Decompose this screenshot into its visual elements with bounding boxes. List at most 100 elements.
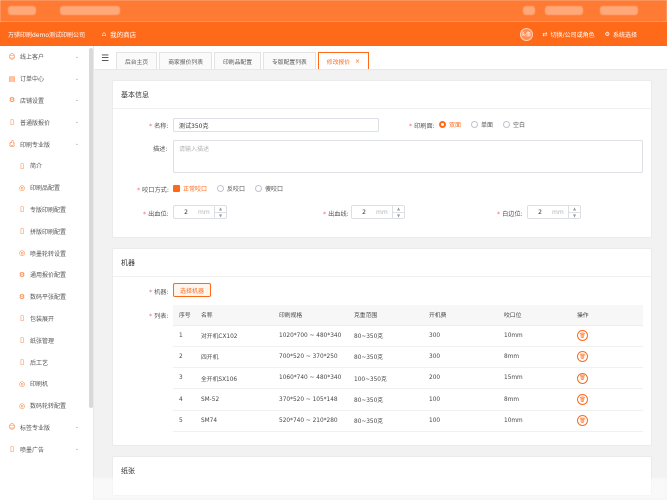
- table-cell: 80~350克: [348, 325, 423, 347]
- chevron-down-icon: ⌄: [74, 424, 79, 431]
- sidebar-item-label: 通用报价配置: [30, 272, 67, 280]
- table-cell: 5: [173, 410, 195, 432]
- print-side-label: * 印刷面:: [409, 123, 435, 130]
- table-cell-actions: 🗑: [571, 410, 643, 432]
- bleed-pos-stepper[interactable]: 2 mm ▲ ▼: [173, 205, 227, 219]
- sidebar-item[interactable]: ▯ 包装展开: [0, 308, 93, 330]
- my-shop-link[interactable]: ⌂ 我的商店: [102, 29, 136, 39]
- sidebar-item[interactable]: ☺ 线上客户 ⌄: [0, 46, 93, 68]
- print-side-radio[interactable]: 空白: [503, 120, 525, 129]
- stepper-arrows[interactable]: ▲ ▼: [214, 206, 226, 218]
- chevron-up-icon[interactable]: ▲: [215, 206, 226, 213]
- tab-label: 印刷品配置: [223, 59, 252, 66]
- sidebar-item[interactable]: ◎ 喷墨轮转设置: [0, 242, 93, 264]
- radio-label: 双面: [449, 122, 462, 129]
- sidebar-item-label: 订单中心: [20, 76, 45, 84]
- checkbox-label: 正常咬口: [183, 186, 208, 193]
- sidebar: ☺ 线上客户 ⌄ ▤ 订单中心 ⌄ ⚙ 店铺设置 ⌄ ▯ 普通版报价 ⌄ ⎙ 印刷专业版 ⌄ ▯ 简介 ◎ 印刷品配…: [0, 46, 94, 500]
- sidebar-item[interactable]: ▯ 简介: [0, 155, 93, 177]
- delete-icon[interactable]: 🗑: [577, 330, 588, 342]
- bite-checkbox[interactable]: 傻咬口: [255, 184, 283, 193]
- chevron-down-icon: ⌄: [74, 141, 79, 148]
- doc-icon: ▯: [20, 336, 24, 345]
- blur-block: [523, 6, 535, 15]
- sidebar-item[interactable]: ▤ 订单中心 ⌄: [0, 68, 93, 90]
- sidebar-item[interactable]: ⚙ 数码平张配置: [0, 286, 93, 308]
- delete-icon[interactable]: 🗑: [577, 415, 588, 427]
- bite-checkbox-group: 正常咬口 反咬口 傻咬口: [173, 184, 293, 194]
- checkbox-icon: [217, 185, 225, 192]
- tab[interactable]: 专版配置列表: [263, 52, 316, 69]
- checkbox-checked-icon: [173, 185, 180, 192]
- sidebar-item[interactable]: ⚙ 通用报价配置: [0, 264, 93, 286]
- sidebar-item-label: 印刷专业版: [20, 141, 51, 149]
- delete-icon[interactable]: 🗑: [577, 372, 588, 384]
- sidebar-item-label: 简介: [30, 163, 43, 171]
- table-cell: 100~350克: [348, 367, 423, 390]
- sidebar-item[interactable]: ▯ 普通版报价 ⌄: [0, 111, 93, 133]
- order-icon: ▤: [8, 74, 16, 83]
- table-row: 1 对开机CX102 1020*700 ~ 480*340 80~350克 300 10m…: [173, 325, 643, 347]
- print-side-radio[interactable]: 双面: [439, 120, 461, 129]
- checkbox-label: 反咬口: [227, 186, 246, 193]
- bite-label-text: 咬口方式:: [142, 187, 169, 194]
- sidebar-item[interactable]: ◎ 印刷机: [0, 373, 93, 395]
- chevron-down-icon[interactable]: ▼: [393, 213, 404, 219]
- chevron-up-icon[interactable]: ▲: [569, 206, 580, 213]
- sidebar-item[interactable]: ⚙ 店铺设置 ⌄: [0, 90, 93, 112]
- table-cell: 全开机SX106: [195, 367, 273, 390]
- list-label: * 列表:: [149, 313, 169, 320]
- delete-icon[interactable]: 🗑: [577, 394, 588, 406]
- name-input[interactable]: 测试350克: [173, 118, 379, 132]
- section-title: 基本信息: [113, 81, 651, 109]
- switch-role-button[interactable]: ⇄ 切换/公司或角色: [543, 30, 595, 39]
- tab[interactable]: 修改报价 ×: [317, 52, 370, 69]
- sidebar-item[interactable]: ▯ 后工艺: [0, 351, 93, 373]
- desc-label: 描述:: [153, 146, 168, 153]
- close-icon[interactable]: ×: [355, 58, 360, 65]
- radio-dot-icon: [471, 121, 479, 128]
- desc-placeholder: 请输入描述: [179, 146, 210, 153]
- stepper-arrows[interactable]: ▲ ▼: [392, 206, 404, 218]
- sidebar-item-label: 喷墨广告: [20, 446, 45, 454]
- sidebar-scrollbar[interactable]: [89, 48, 93, 408]
- bleed-pos-value: 2: [184, 208, 188, 216]
- sidebar-item[interactable]: ◎ 印刷品配置: [0, 177, 93, 199]
- menu-toggle-icon[interactable]: ☰: [98, 49, 112, 69]
- name-label-text: 名称:: [154, 123, 169, 130]
- table-cell: 10mm: [498, 325, 571, 347]
- tab[interactable]: 印刷品配置: [214, 52, 261, 69]
- chevron-down-icon[interactable]: ▼: [569, 213, 580, 219]
- white-edge-value: 2: [538, 208, 542, 216]
- table-cell-actions: 🗑: [571, 388, 643, 411]
- chevron-up-icon[interactable]: ▲: [393, 206, 404, 213]
- table-cell: 8mm: [498, 346, 571, 369]
- sidebar-item[interactable]: ▯ 拼版印刷配置: [0, 220, 93, 242]
- bleed-line-stepper[interactable]: 2 mm ▲ ▼: [351, 205, 405, 219]
- system-select-button[interactable]: ⚙ 系统选择: [605, 30, 637, 39]
- description-textarea[interactable]: 请输入描述: [173, 140, 643, 173]
- stepper-arrows[interactable]: ▲ ▼: [568, 206, 580, 218]
- machine-table-wrap: 序号 名称 印刷规格 克重范围 开机费 咬口位 操作 1 对开机CX102 1020*700 ~…: [173, 305, 643, 432]
- avatar[interactable]: 头像: [519, 27, 533, 41]
- tab[interactable]: 后台主页: [116, 52, 158, 69]
- table-cell: 15mm: [498, 367, 571, 390]
- bite-label: * 咬口方式:: [137, 187, 169, 194]
- bite-checkbox[interactable]: 反咬口: [217, 184, 245, 193]
- chevron-down-icon[interactable]: ▼: [215, 213, 226, 219]
- chevron-down-icon: ⌄: [74, 119, 79, 126]
- sidebar-item[interactable]: ☺ 标签专业版 ⌄: [0, 417, 93, 439]
- sidebar-item[interactable]: ◎ 数码轮转配置: [0, 395, 93, 417]
- delete-icon[interactable]: 🗑: [577, 351, 588, 363]
- bite-checkbox[interactable]: 正常咬口: [173, 184, 207, 193]
- sidebar-item[interactable]: ▯ 专版印刷配置: [0, 199, 93, 221]
- sidebar-item[interactable]: ▯ 喷墨广告 ⌄: [0, 438, 93, 460]
- sidebar-item[interactable]: ⎙ 印刷专业版 ⌄: [0, 133, 93, 155]
- white-edge-stepper[interactable]: 2 mm ▲ ▼: [527, 205, 581, 219]
- sidebar-item[interactable]: ▯ 纸张管理: [0, 329, 93, 351]
- print-side-radio[interactable]: 单面: [471, 120, 493, 129]
- select-machine-button[interactable]: 选择机器: [173, 283, 212, 297]
- table-cell: SM74: [195, 410, 273, 432]
- tab-label: 专版配置列表: [272, 59, 307, 66]
- tab[interactable]: 商家报价列表: [159, 52, 212, 69]
